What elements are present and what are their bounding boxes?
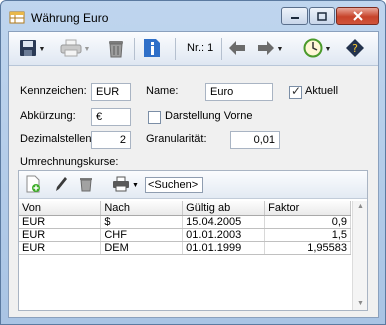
edit-rate-button[interactable] (53, 175, 69, 195)
granularitaet-label: Granularität: (146, 133, 207, 145)
darstellung-vorne-label: Darstellung Vorne (165, 110, 253, 122)
dezimalstellen-label: Dezimalstellen: (20, 133, 95, 145)
new-document-icon (25, 175, 41, 196)
table-row[interactable]: EUR DEM 01.01.1999 1,95583 (19, 241, 351, 255)
cell-faktor: 1,95583 (264, 241, 351, 255)
kennzeichen-label: Kennzeichen: (20, 85, 87, 97)
history-button[interactable]: ▼ (299, 37, 335, 61)
info-button[interactable] (140, 37, 164, 61)
printer-icon (112, 176, 130, 195)
column-header-faktor[interactable]: Faktor (264, 201, 351, 216)
pencil-icon (53, 175, 69, 196)
column-header-von[interactable]: Von (19, 201, 102, 216)
previous-record-button[interactable] (226, 37, 248, 61)
scroll-down-icon[interactable]: ▼ (353, 298, 368, 310)
window: Währung Euro ▼ ▼ Nr.: 1 ▼ ▼ ? Kennzeiche… (0, 0, 386, 325)
abkuerzung-field[interactable]: € (91, 108, 131, 126)
print-rates-button[interactable]: ▼ (112, 175, 139, 195)
print-button[interactable]: ▼ (57, 37, 93, 61)
record-number: Nr.: 1 (187, 42, 214, 54)
cell-gueltig-ab: 01.01.2003 (182, 228, 266, 242)
floppy-disk-icon (19, 39, 37, 60)
cell-gueltig-ab: 01.01.1999 (182, 241, 266, 255)
help-button[interactable]: ? (343, 37, 367, 61)
trash-icon (79, 176, 93, 195)
vertical-scrollbar[interactable]: ▲ ▼ (352, 201, 367, 310)
cell-faktor: 1,5 (264, 228, 351, 242)
title-bar[interactable]: Währung Euro (1, 1, 385, 31)
currency-table-icon (9, 9, 25, 25)
darstellung-vorne-checkbox[interactable] (148, 111, 161, 124)
umrechnungskurse-label: Umrechnungskurse: (20, 156, 119, 168)
scroll-up-icon[interactable]: ▲ (353, 201, 368, 213)
cell-von: EUR (19, 228, 102, 242)
maximize-button[interactable] (309, 7, 335, 25)
exchange-rates-panel: ▼ <Suchen> Von Nach Gültig ab Faktor EUR (18, 170, 368, 311)
kennzeichen-field[interactable]: EUR (91, 83, 131, 101)
rates-table: Von Nach Gültig ab Faktor EUR $ 15.04.20… (19, 201, 351, 255)
delete-rate-button[interactable] (79, 175, 93, 195)
toolbar-separator (134, 38, 135, 60)
name-field[interactable]: Euro (205, 83, 273, 101)
search-input[interactable]: <Suchen> (145, 177, 203, 193)
cell-gueltig-ab: 15.04.2005 (182, 215, 266, 229)
toolbar-separator (175, 38, 176, 60)
next-record-button[interactable]: ▼ (252, 37, 288, 61)
minimize-button[interactable] (281, 7, 308, 25)
arrow-left-icon (228, 40, 246, 59)
close-button[interactable] (336, 7, 379, 25)
cell-faktor: 0,9 (264, 215, 351, 229)
table-row[interactable]: EUR CHF 01.01.2003 1,5 (19, 228, 351, 242)
printer-icon (60, 39, 82, 60)
granularitaet-field[interactable]: 0,01 (230, 131, 280, 149)
add-rate-button[interactable] (25, 175, 41, 195)
cell-nach: DEM (100, 241, 184, 255)
cell-von: EUR (19, 241, 102, 255)
cell-von: EUR (19, 215, 102, 229)
dialog-body: ▼ ▼ Nr.: 1 ▼ ▼ ? Kennzeichen: EUR Name: … (8, 31, 379, 318)
help-book-icon: ? (345, 38, 365, 61)
rates-toolbar: ▼ <Suchen> (19, 171, 367, 199)
abkuerzung-label: Abkürzung: (20, 110, 76, 122)
column-header-nach[interactable]: Nach (100, 201, 184, 216)
cell-nach: CHF (100, 228, 184, 242)
cell-nach: $ (100, 215, 184, 229)
chevron-down-icon: ▼ (132, 181, 139, 189)
aktuell-checkbox[interactable]: ✓ (289, 84, 302, 99)
clock-icon (303, 38, 323, 61)
info-icon (142, 38, 162, 61)
name-label: Name: (146, 85, 179, 97)
save-button[interactable]: ▼ (15, 37, 49, 61)
table-row[interactable]: EUR $ 15.04.2005 0,9 (19, 215, 351, 229)
delete-button[interactable] (104, 37, 128, 61)
svg-text:?: ? (352, 42, 358, 55)
window-title: Währung Euro (31, 11, 109, 25)
aktuell-label: Aktuell (305, 85, 339, 97)
trash-icon (107, 38, 125, 61)
arrow-right-icon (257, 40, 275, 59)
column-header-gueltig-ab[interactable]: Gültig ab (182, 201, 266, 216)
toolbar-separator (221, 38, 222, 60)
checkmark-icon: ✓ (291, 84, 302, 98)
main-toolbar: ▼ ▼ Nr.: 1 ▼ ▼ ? (9, 32, 378, 66)
table-header-row: Von Nach Gültig ab Faktor (19, 201, 351, 216)
dezimalstellen-field[interactable]: 2 (91, 131, 131, 149)
